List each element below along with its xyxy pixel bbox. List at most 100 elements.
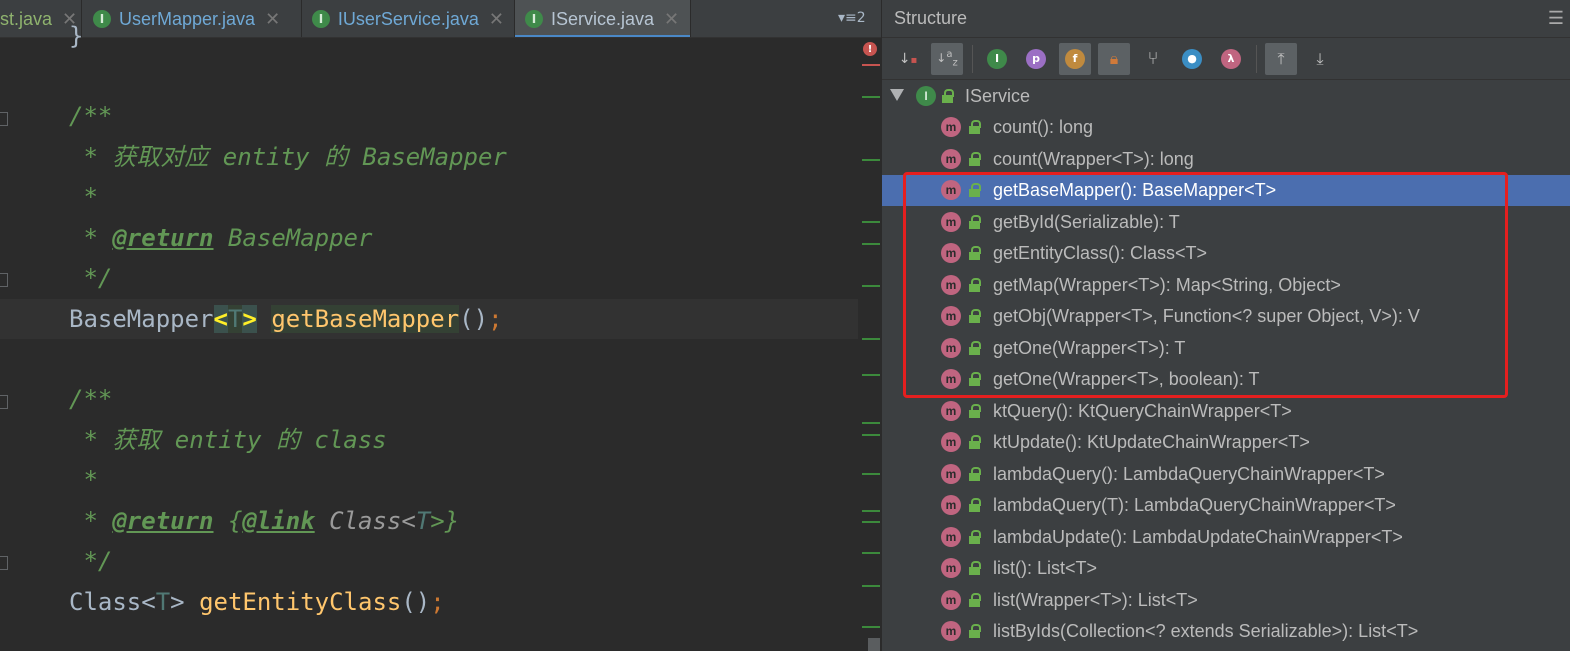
tree-item-method[interactable]: m lambdaQuery(T): LambdaQueryChainWrapper… — [882, 490, 1570, 521]
stripe-marker[interactable] — [862, 338, 880, 340]
inherited-icon: I — [987, 48, 1007, 69]
structure-panel: Structure ☰ ↓▪ ↓az I p f 🔒︎ ⑂ ● λ ⤒ ⤓ I … — [881, 0, 1570, 651]
autoscroll-to-source-button[interactable]: ⤒ — [1265, 42, 1297, 75]
stripe-marker[interactable] — [862, 552, 880, 554]
fold-marker[interactable] — [0, 112, 8, 126]
stripe-marker[interactable] — [862, 96, 880, 98]
stripe-marker[interactable] — [862, 221, 880, 223]
tree-item-label: getMap(Wrapper<T>): Map<String, Object> — [993, 274, 1341, 295]
tree-item-method[interactable]: m lambdaQuery(): LambdaQueryChainWrapper<… — [882, 459, 1570, 490]
structure-header: Structure ☰ — [882, 0, 1570, 38]
sort-alpha-icon: ↓az — [936, 48, 958, 69]
public-lock-icon — [969, 403, 981, 418]
stripe-marker[interactable] — [862, 374, 880, 376]
sort-visibility-icon: ↓▪ — [898, 50, 918, 67]
tree-item-method[interactable]: m getEntityClass(): Class<T> — [882, 238, 1570, 269]
stripe-marker[interactable] — [862, 243, 880, 245]
stripe-marker[interactable] — [862, 626, 880, 628]
public-lock-icon — [969, 498, 981, 512]
tree-item-method[interactable]: m ktQuery(): KtQueryChainWrapper<T> — [882, 396, 1570, 427]
code-editor[interactable]: st.java ✕ I UserMapper.java ✕ I IUserSer… — [0, 0, 881, 651]
tree-item-method[interactable]: m getOne(Wrapper<T>, boolean): T — [882, 364, 1570, 395]
stripe-marker[interactable] — [862, 521, 880, 523]
method-icon: m — [941, 589, 961, 610]
tree-item-label: ktQuery(): KtQueryChainWrapper<T> — [993, 400, 1292, 421]
show-inherited-button[interactable]: I — [981, 43, 1013, 75]
sort-by-visibility-button[interactable]: ↓▪ — [892, 43, 924, 75]
stripe-marker[interactable] — [862, 159, 880, 161]
stripe-marker[interactable] — [862, 285, 880, 287]
error-icon[interactable]: ! — [863, 42, 877, 56]
tree-item-method[interactable]: m count(Wrapper<T>): long — [882, 144, 1570, 175]
show-non-public-button[interactable]: 🔒︎ — [1098, 42, 1130, 75]
show-lambdas-button[interactable]: λ — [1215, 43, 1247, 75]
tree-item-method[interactable]: m getById(Serializable): T — [882, 207, 1570, 238]
interface-icon: I — [93, 10, 111, 28]
field-icon: f — [1065, 48, 1085, 69]
stripe-marker[interactable] — [862, 64, 880, 66]
tree-item-label: lambdaQuery(): LambdaQueryChainWrapper<T… — [993, 463, 1385, 484]
public-lock-icon — [969, 183, 981, 197]
fold-marker[interactable] — [0, 556, 8, 570]
tree-item-method[interactable]: m count(): long — [882, 112, 1570, 143]
show-anonymous-button[interactable]: ● — [1176, 43, 1208, 75]
tree-item-method[interactable]: m list(Wrapper<T>): List<T> — [882, 585, 1570, 616]
method-icon: m — [941, 117, 961, 137]
tree-item-method[interactable]: m list(): List<T> — [882, 553, 1570, 584]
tab-iuserservice-java[interactable]: I IUserService.java ✕ — [302, 0, 515, 37]
tree-item-label: getEntityClass(): Class<T> — [993, 243, 1208, 263]
close-icon[interactable]: ✕ — [265, 9, 280, 30]
method-icon: m — [941, 180, 961, 200]
stripe-marker[interactable] — [862, 510, 880, 512]
method-icon: m — [941, 526, 961, 547]
tree-item-label: getOne(Wrapper<T>): T — [993, 337, 1186, 358]
code-line: * 获取 entity 的 class — [69, 426, 387, 454]
close-icon[interactable]: ✕ — [489, 9, 504, 30]
stripe-marker[interactable] — [862, 434, 880, 436]
editor-scrollbar[interactable] — [868, 638, 880, 651]
tree-item-method[interactable]: m ktUpdate(): KtUpdateChainWrapper<T> — [882, 427, 1570, 458]
autoscroll-from-source-button[interactable]: ⤓ — [1304, 43, 1336, 75]
error-stripe[interactable]: ! — [858, 38, 881, 651]
code-line: * — [69, 466, 98, 494]
tree-item-method[interactable]: m getOne(Wrapper<T>): T — [882, 333, 1570, 364]
lock-icon: 🔒︎ — [1109, 48, 1119, 68]
stripe-marker[interactable] — [862, 585, 880, 587]
public-lock-icon — [969, 151, 981, 166]
code-area[interactable]: } /** * 获取对应 entity 的 BaseMapper * * @re… — [0, 22, 858, 651]
tree-item-method[interactable]: m getMap(Wrapper<T>): Map<String, Object> — [882, 270, 1570, 301]
show-properties-button[interactable]: p — [1020, 43, 1052, 75]
toolbar-separator — [972, 44, 973, 73]
show-hierarchy-button[interactable]: ⑂ — [1137, 43, 1169, 75]
stripe-marker[interactable] — [862, 473, 880, 475]
anonymous-class-icon: ● — [1182, 48, 1202, 69]
tabs-overflow-button[interactable]: ▾≡2 — [838, 10, 866, 26]
tree-root-iservice[interactable]: I IService — [882, 81, 1570, 112]
public-lock-icon — [969, 214, 981, 229]
fold-marker[interactable] — [0, 395, 8, 409]
public-lock-icon — [969, 246, 981, 260]
tab-usermapper-java[interactable]: I UserMapper.java ✕ — [83, 0, 302, 37]
tree-item-label: list(): List<T> — [993, 558, 1098, 578]
interface-icon: I — [312, 10, 330, 28]
tree-item-method[interactable]: m lambdaUpdate(): LambdaUpdateChainWrappe… — [882, 522, 1570, 553]
expand-arrow-icon[interactable] — [890, 89, 904, 101]
tab-iservice-java[interactable]: I IService.java ✕ — [515, 0, 691, 37]
stripe-marker[interactable] — [862, 422, 880, 424]
panel-menu-icon[interactable]: ☰ — [1548, 8, 1564, 29]
close-icon[interactable]: ✕ — [664, 9, 679, 30]
toolbar-separator — [1256, 44, 1257, 73]
tree-item-method[interactable]: m listByIds(Collection<? extends Serializ… — [882, 616, 1570, 647]
method-icon: m — [941, 495, 961, 515]
structure-tree[interactable]: I IService m count(): long m count(Wrapper<… — [882, 80, 1570, 651]
show-fields-button[interactable]: f — [1059, 42, 1091, 75]
fold-marker[interactable] — [0, 273, 8, 287]
autoscroll-from-source-icon: ⤓ — [1316, 48, 1324, 68]
tree-item-method[interactable]: m getBaseMapper(): BaseMapper<T> — [882, 175, 1570, 206]
public-lock-icon — [969, 435, 981, 449]
sort-alphabetically-button[interactable]: ↓az — [931, 42, 963, 75]
code-line: /** — [69, 385, 113, 413]
code-line: } — [69, 22, 84, 50]
tree-item-method[interactable]: m getObj(Wrapper<T>, Function<? super Obj… — [882, 301, 1570, 332]
code-line: * 获取对应 entity 的 BaseMapper — [69, 143, 507, 171]
